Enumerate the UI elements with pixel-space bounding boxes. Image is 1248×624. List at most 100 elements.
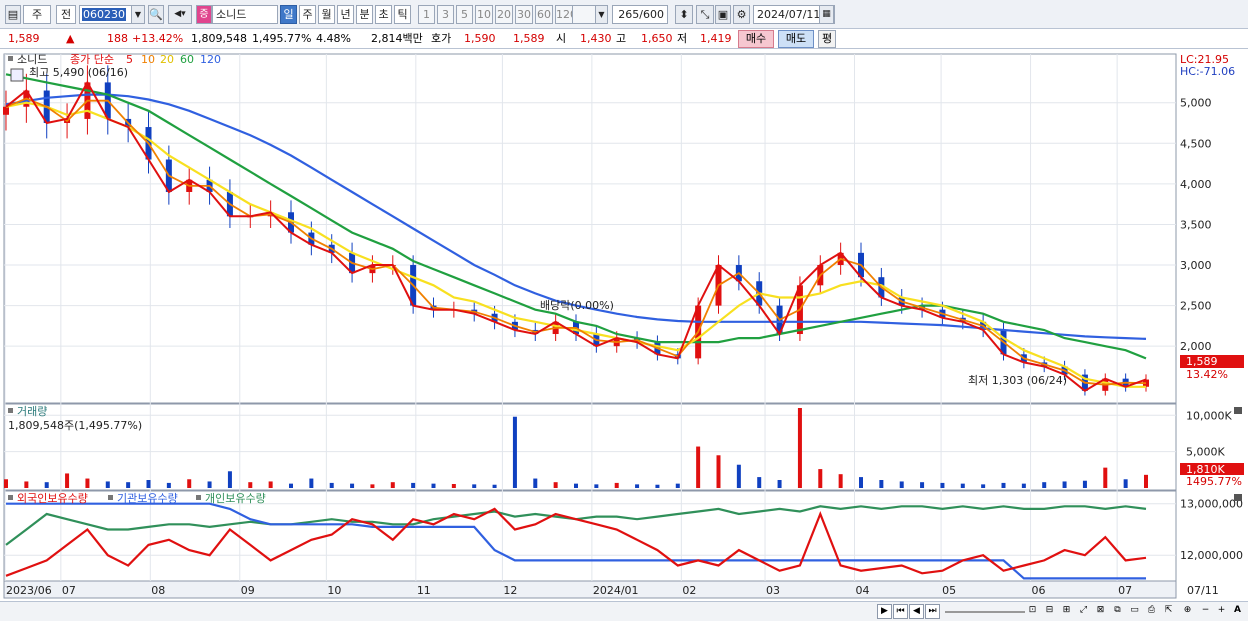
volume-bar: [777, 480, 782, 488]
zoom-out-icon[interactable]: −: [1198, 604, 1213, 619]
interval-button-5[interactable]: 5: [456, 5, 473, 24]
ask-price: 1,590: [464, 32, 496, 45]
volume-bar: [390, 482, 395, 488]
scroll-right-icon[interactable]: ▶: [877, 604, 892, 619]
change-value: 188: [107, 32, 128, 45]
last-change-percent: 13.42%: [1186, 368, 1228, 381]
interval-dropdown-icon[interactable]: ▼: [595, 5, 608, 24]
split-view-icon[interactable]: ⊟: [1042, 604, 1057, 619]
speaker-icon[interactable]: ◀▾: [168, 5, 192, 24]
legend-ma-prefix: 종가 단순: [70, 53, 114, 66]
legend-ma20: 20: [160, 53, 174, 66]
print-icon[interactable]: ⎙: [1144, 604, 1159, 619]
interval-button-60[interactable]: 60: [535, 5, 553, 24]
x-axis-bar: [3, 580, 1177, 599]
period-button-1[interactable]: 주: [299, 5, 316, 24]
ex-dividend-annotation: 배당락(0.00%): [540, 299, 614, 312]
scroll-last-icon[interactable]: ⏭: [925, 604, 940, 619]
volume-bar: [85, 478, 90, 488]
volume-bar: [126, 482, 131, 488]
volume-bar: [329, 482, 334, 488]
time-tick-label: 04: [856, 584, 870, 597]
interval-button-20[interactable]: 20: [495, 5, 513, 24]
interval-button-3[interactable]: 3: [437, 5, 454, 24]
zoom-in-icon[interactable]: ⊕: [1180, 604, 1195, 619]
plus-icon[interactable]: +: [1214, 604, 1229, 619]
compare-icon[interactable]: ⊞: [1059, 604, 1074, 619]
time-tick-label: 03: [766, 584, 780, 597]
export-icon[interactable]: ⇱: [1161, 604, 1176, 619]
zoom-fit-icon[interactable]: ⊡: [1025, 604, 1040, 619]
holdings-panel-close-icon[interactable]: [1234, 494, 1242, 501]
time-tick-label: 08: [151, 584, 165, 597]
volume-bar: [981, 484, 986, 488]
period-button-5[interactable]: 초: [375, 5, 392, 24]
code-dropdown-icon[interactable]: ▼: [131, 5, 145, 24]
time-tick-label: 12: [503, 584, 517, 597]
gear-icon[interactable]: ⚙: [733, 5, 750, 24]
font-size-icon[interactable]: A: [1230, 604, 1245, 619]
prev-button[interactable]: 전: [56, 5, 76, 24]
screen-icon[interactable]: ▭: [1127, 604, 1142, 619]
volume-bar: [594, 484, 599, 488]
volume-bar: [1001, 482, 1006, 488]
calendar-icon[interactable]: ▦: [819, 5, 834, 24]
volume-panel-close-icon[interactable]: [1234, 407, 1242, 414]
volume-bar: [757, 477, 762, 488]
window-icon[interactable]: ▤: [5, 5, 21, 24]
interval-button-10[interactable]: 10: [475, 5, 493, 24]
volume-bar: [1103, 467, 1108, 488]
scroll-slider[interactable]: [945, 611, 1025, 613]
turnover-rate: 4.48%: [316, 32, 351, 45]
volume-bar: [309, 478, 314, 488]
buy-button[interactable]: 매수: [738, 30, 774, 48]
period-button-4[interactable]: 분: [356, 5, 373, 24]
search-icon[interactable]: 🔍: [148, 5, 164, 24]
grid-toggle-icon[interactable]: [10, 68, 24, 82]
layout-icon[interactable]: ⊠: [1093, 604, 1108, 619]
interval-button-1[interactable]: 1: [418, 5, 435, 24]
holdings-tick-label: 13,000,000: [1180, 498, 1243, 511]
interval-button-30[interactable]: 30: [515, 5, 533, 24]
period-button-2[interactable]: 월: [318, 5, 335, 24]
legend-individual: 개인보유수량: [205, 492, 266, 505]
time-tick-label: 06: [1032, 584, 1046, 597]
legend-foreign: 외국인보유수량: [17, 492, 88, 505]
scroll-prev-icon[interactable]: ◀: [909, 604, 924, 619]
volume-tick-label: 10,000K: [1186, 409, 1232, 422]
period-button-0[interactable]: 일: [280, 5, 297, 24]
price-panel-title: 소니드: [17, 53, 47, 66]
volume-bar: [451, 484, 456, 488]
volume-bar: [24, 481, 29, 488]
volume-bar: [187, 479, 192, 488]
volume-bar: [105, 481, 110, 488]
price-tick-label: 2,500: [1180, 300, 1212, 313]
period-button-3[interactable]: 년: [337, 5, 354, 24]
chart-type-icon[interactable]: ⬍: [675, 5, 693, 24]
volume-bar: [635, 484, 640, 488]
crosshair-icon[interactable]: ⤡: [696, 5, 714, 24]
count-field[interactable]: 265/600: [612, 5, 668, 24]
volume-tick-label: 5,000K: [1186, 446, 1225, 459]
toolbar: ▤ 주 전 060230 ▼ 🔍 ◀▾ 증 소니드 일주월년분초틱 1 3 5 10 2…: [0, 0, 1248, 29]
legend-ma60: 60: [180, 53, 194, 66]
scroll-first-icon[interactable]: ⏮: [893, 604, 908, 619]
period-type-select[interactable]: 주: [23, 5, 51, 24]
restore-icon[interactable]: ⤢: [1076, 604, 1091, 619]
volume-bar: [431, 483, 436, 488]
candle-body: [3, 106, 9, 115]
price-tick-label: 3,000: [1180, 259, 1212, 272]
price-tick-label: 4,500: [1180, 137, 1212, 150]
sell-button[interactable]: 매도: [778, 30, 814, 48]
chart-area[interactable]: 5,000 4,500 4,000 3,500 3,000 2,500 2,000 10,00…: [0, 50, 1248, 621]
ask-label: 호가: [431, 32, 452, 45]
current-price: 1,589: [8, 32, 40, 45]
period-button-6[interactable]: 틱: [394, 5, 411, 24]
open-price: 1,430: [580, 32, 612, 45]
copy-icon[interactable]: ⧉: [1110, 604, 1125, 619]
volume-bar: [268, 481, 273, 488]
volume-bar: [838, 474, 843, 488]
eval-button[interactable]: 평: [818, 30, 836, 48]
change-percent: +13.42%: [132, 32, 184, 45]
save-icon[interactable]: ▣: [715, 5, 731, 24]
